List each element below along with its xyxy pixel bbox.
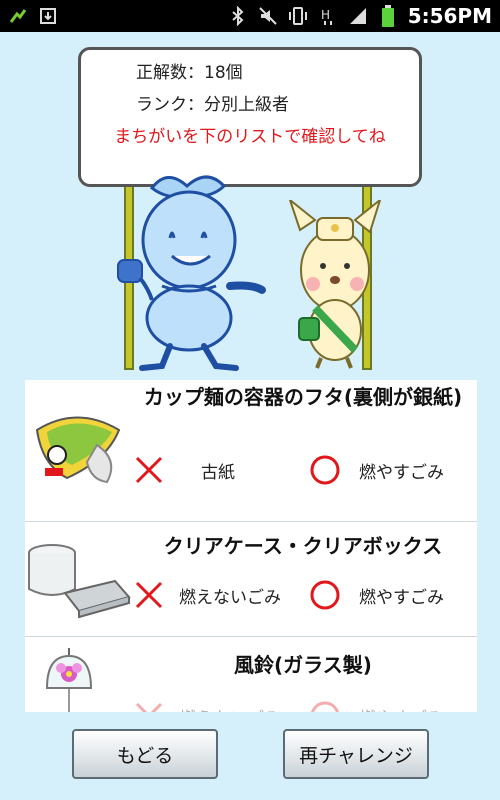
cup-noodle-lid-icon	[27, 410, 127, 494]
review-note: まちがいを下のリストで確認してね	[114, 127, 386, 147]
list-item: 風鈴(ガラス製) 燃えないごみ 燃やすごみ	[25, 638, 477, 712]
clock: 5:56PM	[407, 4, 492, 28]
item-title: 風鈴(ガラス製)	[234, 653, 372, 677]
correct-answer: 燃やすごみ	[309, 700, 444, 712]
correct-answer: 燃やすごみ	[309, 454, 444, 486]
usb-debug-icon	[8, 6, 28, 26]
hspa-signal-icon: H	[318, 6, 338, 26]
cross-mark-icon	[135, 456, 163, 484]
vibrate-icon	[288, 6, 308, 26]
rabbit-mascot-illustration	[285, 197, 385, 374]
wrong-answer-label: 燃えないごみ	[179, 587, 281, 608]
clear-case-icon	[27, 541, 132, 625]
circle-mark-icon	[310, 455, 340, 485]
cross-mark-icon	[135, 581, 163, 609]
wrong-answer-label: 燃えないごみ	[179, 704, 281, 713]
wrong-answer: 燃えないごみ	[133, 700, 281, 712]
list-item: クリアケース・クリアボックス 燃えないごみ 燃やすごみ	[25, 523, 477, 637]
item-title: カップ麺の容器のフタ(裏側が銀紙)	[143, 385, 463, 409]
correct-answer-label: 燃やすごみ	[359, 587, 444, 608]
wrong-answer-label: 古紙	[201, 462, 235, 483]
battery-icon	[378, 5, 398, 27]
wrong-answer: 古紙	[133, 454, 235, 486]
bluetooth-icon	[228, 6, 248, 26]
wrong-answer: 燃えないごみ	[133, 579, 281, 611]
item-title: クリアケース・クリアボックス	[163, 534, 443, 558]
svg-text:H: H	[321, 8, 330, 22]
signal-strength-icon	[348, 6, 368, 26]
cross-mark-icon	[135, 702, 163, 712]
correct-count: 正解数：18個	[136, 63, 243, 83]
list-item: カップ麺の容器のフタ(裏側が銀紙) 古紙 燃やすごみ	[25, 380, 477, 522]
correct-answer-label: 燃やすごみ	[359, 462, 444, 483]
retry-button[interactable]: 再チャレンジ	[283, 729, 429, 779]
rank: ランク：分別上級者	[136, 95, 289, 115]
circle-mark-icon	[311, 701, 339, 712]
correct-answer-label: 燃やすごみ	[359, 704, 444, 713]
mute-icon	[258, 6, 278, 26]
answer-review-list[interactable]: カップ麺の容器のフタ(裏側が銀紙) 古紙 燃やすごみ クリアケース・クリアボック…	[25, 380, 477, 712]
blue-bag-mascot-illustration	[112, 168, 272, 377]
result-sign: 正解数：18個 ランク：分別上級者 まちがいを下のリストで確認してね	[78, 47, 422, 187]
circle-mark-icon	[310, 580, 340, 610]
glass-wind-chime-icon	[39, 648, 99, 712]
correct-answer: 燃やすごみ	[309, 579, 444, 611]
download-icon	[38, 6, 58, 26]
back-button[interactable]: もどる	[72, 729, 218, 779]
status-bar: H 5:56PM	[0, 0, 500, 32]
